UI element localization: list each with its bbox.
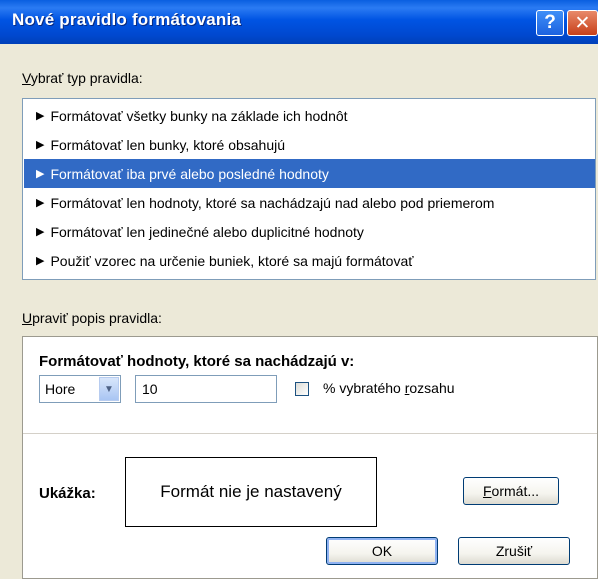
cancel-button[interactable]: Zrušiť xyxy=(458,537,570,565)
divider xyxy=(23,433,597,434)
description-heading: Formátovať hodnoty, ktoré sa nachádzajú … xyxy=(39,353,355,370)
title-bar[interactable]: Nové pravidlo formátovania ? ✕ xyxy=(0,0,598,44)
rule-type-item[interactable]: ▶ Formátovať len bunky, ktoré obsahujú xyxy=(24,130,595,159)
rank-count-value: 10 xyxy=(142,381,158,397)
edit-desc-label: Upraviť popis pravidla: xyxy=(22,310,162,326)
rule-type-item-label: Formátovať len bunky, ktoré obsahujú xyxy=(50,136,286,153)
help-button[interactable]: ? xyxy=(536,10,564,36)
rule-type-item-label: Použiť vzorec na určenie buniek, ktoré s… xyxy=(50,252,414,269)
percent-label-part: ozsahu xyxy=(409,380,455,396)
rule-type-item[interactable]: ▶ Formátovať všetky bunky na základe ich… xyxy=(24,101,595,130)
arrow-right-icon: ▶ xyxy=(36,110,45,122)
percent-label-part: % vybratého xyxy=(323,380,405,396)
format-button-accel: F xyxy=(482,483,492,499)
rule-type-item-selected[interactable]: ▶ Formátovať iba prvé alebo posledné hod… xyxy=(24,159,595,188)
rule-type-item-label: Formátovať všetky bunky na základe ich h… xyxy=(50,107,348,124)
rule-type-label: Vybrať typ pravidla: xyxy=(22,70,143,86)
rule-type-label-text: ybrať typ pravidla: xyxy=(30,70,143,86)
close-icon: ✕ xyxy=(574,12,591,34)
format-button-part: ormát... xyxy=(491,483,540,499)
percent-checkbox-label[interactable]: % vybratého rozsahu xyxy=(323,380,455,396)
position-select-value: Hore xyxy=(45,381,76,397)
rule-type-list[interactable]: ▶ Formátovať všetky bunky na základe ich… xyxy=(22,98,596,280)
rule-type-item[interactable]: ▶ Formátovať len hodnoty, ktoré sa nachá… xyxy=(24,188,595,217)
arrow-right-icon: ▶ xyxy=(36,168,45,180)
dialog-title: Nové pravidlo formátovania xyxy=(12,10,242,29)
preview-label: Ukážka: xyxy=(39,485,96,502)
rule-type-item[interactable]: ▶ Použiť vzorec na určenie buniek, ktoré… xyxy=(24,246,595,275)
position-select[interactable]: Hore ▼ xyxy=(39,375,121,403)
ok-button-label: OK xyxy=(371,543,393,559)
cancel-button-label: Zrušiť xyxy=(495,543,533,559)
arrow-right-icon: ▶ xyxy=(36,139,45,151)
arrow-right-icon: ▶ xyxy=(36,197,45,209)
rule-type-item-label: Formátovať iba prvé alebo posledné hodno… xyxy=(50,165,329,182)
format-button[interactable]: Formát... xyxy=(463,477,559,505)
arrow-right-icon: ▶ xyxy=(36,226,45,238)
rule-type-item-label: Formátovať len jedinečné alebo duplicitn… xyxy=(50,223,364,240)
rule-type-label-accel: V xyxy=(22,70,31,86)
chevron-down-icon[interactable]: ▼ xyxy=(99,377,119,401)
rank-count-input[interactable]: 10 xyxy=(135,375,277,403)
arrow-right-icon: ▶ xyxy=(36,255,45,267)
rule-type-item-label: Formátovať len hodnoty, ktoré sa nachádz… xyxy=(50,194,495,211)
edit-desc-label-accel: U xyxy=(22,310,33,326)
percent-checkbox[interactable] xyxy=(295,382,309,396)
ok-button[interactable]: OK xyxy=(326,537,438,565)
close-button[interactable]: ✕ xyxy=(567,10,598,36)
help-icon: ? xyxy=(544,12,556,33)
rule-type-item[interactable]: ▶ Formátovať len jedinečné alebo duplici… xyxy=(24,217,595,246)
edit-desc-label-text: praviť popis pravidla: xyxy=(32,310,162,326)
preview-text: Formát nie je nastavený xyxy=(160,482,342,501)
preview-box: Formát nie je nastavený xyxy=(125,457,377,527)
